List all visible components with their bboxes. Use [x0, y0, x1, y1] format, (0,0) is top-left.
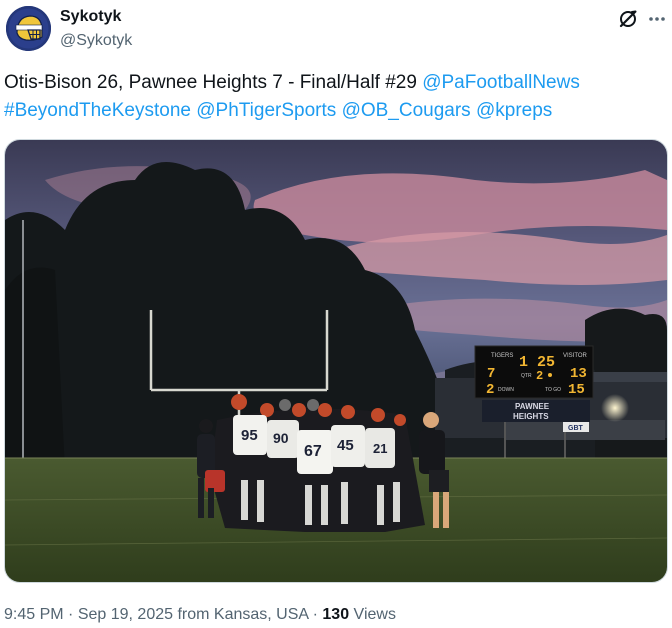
- scoreboard-qtr-label: QTR: [521, 373, 532, 379]
- meta-separator: ·: [308, 606, 323, 623]
- grok-button[interactable]: [617, 8, 639, 30]
- scoreboard-down: 2: [486, 382, 494, 398]
- jersey-21: 21: [373, 441, 387, 456]
- hashtag-beyondthekeystone[interactable]: #BeyondTheKeystone: [4, 100, 191, 121]
- post-photo[interactable]: TIGERS VISITOR 1 25 7 13 QTR 2 2 DOWN TO…: [4, 139, 668, 583]
- views-count[interactable]: 130: [322, 606, 349, 623]
- mention-kpreps[interactable]: @kpreps: [476, 100, 552, 121]
- scoreboard-home-score: 7: [487, 366, 495, 382]
- jersey-45: 45: [337, 437, 354, 454]
- tweet: Sykotyk @Sykotyk Otis-Bison 26, Pawnee H…: [0, 0, 672, 628]
- views-label: Views: [349, 606, 396, 623]
- more-icon: [649, 17, 665, 21]
- helmet-logo-icon: [6, 6, 51, 51]
- post-date[interactable]: Sep 19, 2025: [78, 606, 173, 623]
- meta-separator: ·: [63, 606, 78, 623]
- scoreboard-qtr: 2: [536, 369, 543, 383]
- post-location: from Kansas, USA: [173, 606, 309, 623]
- scoreboard-visitor-score: 13: [570, 366, 587, 382]
- scoreboard-home-label: TIGERS: [491, 353, 513, 359]
- scoreboard-sponsor: GBT: [568, 425, 584, 432]
- scoreboard-down-label: DOWN: [498, 387, 514, 393]
- jersey-67: 67: [304, 443, 322, 460]
- post-text-main: Otis-Bison 26, Pawnee Heights 7 - Final/…: [4, 72, 423, 93]
- mention-ob-cougars[interactable]: @OB_Cougars: [342, 100, 471, 121]
- post-time[interactable]: 9:45 PM: [4, 606, 64, 623]
- post-meta: 9:45 PM · Sep 19, 2025 from Kansas, USA …: [4, 604, 396, 626]
- scoreboard-togo: 15: [568, 382, 585, 398]
- scoreboard-sign-line1: PAWNEE: [515, 402, 550, 411]
- scoreboard-visitor-label: VISITOR: [563, 353, 588, 359]
- mention-pafootballnews[interactable]: @PaFootballNews: [422, 72, 580, 93]
- author-name[interactable]: Sykotyk: [60, 7, 121, 27]
- mention-phtigersports[interactable]: @PhTigerSports: [196, 100, 336, 121]
- post-text: Otis-Bison 26, Pawnee Heights 7 - Final/…: [4, 69, 664, 125]
- avatar[interactable]: [6, 6, 51, 51]
- author-handle[interactable]: @Sykotyk: [60, 31, 132, 51]
- jersey-95: 95: [241, 427, 258, 444]
- scoreboard-togo-label: TO GO: [545, 387, 561, 393]
- scoreboard-sign-line2: HEIGHTS: [513, 412, 549, 421]
- jersey-90: 90: [273, 430, 289, 446]
- grok-icon: [619, 10, 637, 28]
- more-options-button[interactable]: [646, 8, 668, 30]
